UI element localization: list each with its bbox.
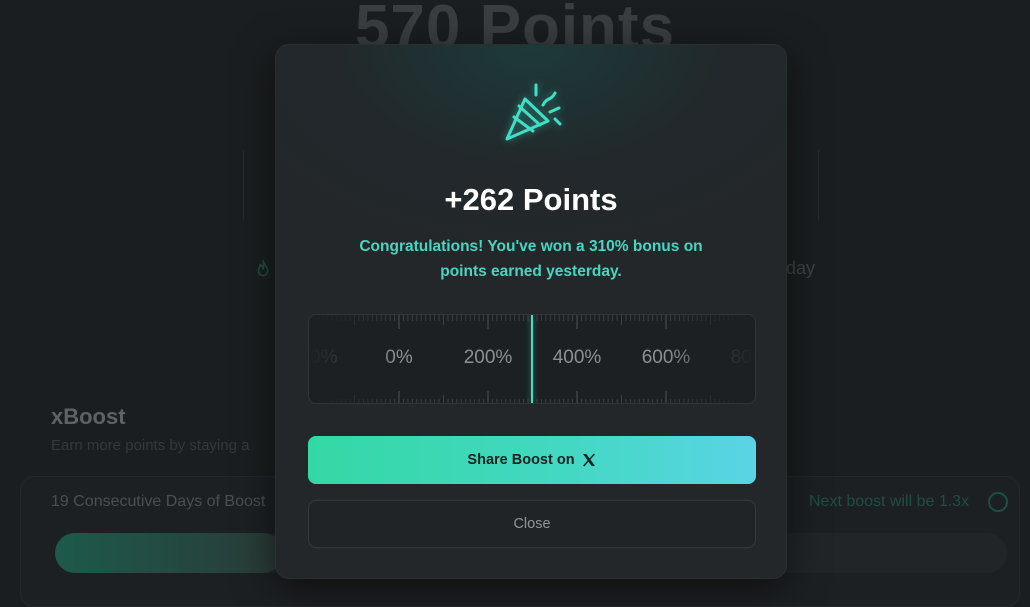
next-boost-label: Next boost will be 1.3x bbox=[809, 493, 970, 510]
xboost-title: xBoost bbox=[51, 404, 126, 429]
close-button[interactable]: Close bbox=[308, 500, 756, 548]
streak-label: day bbox=[786, 258, 816, 278]
bonus-ruler: -200% 0% 200% 400% 600% 800% bbox=[308, 314, 756, 404]
party-popper-icon bbox=[505, 83, 562, 141]
share-boost-button[interactable]: Share Boost on bbox=[308, 436, 756, 484]
x-logo-icon bbox=[582, 453, 595, 467]
share-boost-label: Share Boost on bbox=[467, 452, 575, 468]
ruler-label: 0% bbox=[385, 347, 413, 368]
bonus-points-title: +262 Points bbox=[444, 182, 618, 217]
ruler-label: 400% bbox=[552, 347, 602, 368]
consecutive-days-label: 19 Consecutive Days of Boost bbox=[51, 493, 266, 510]
ruler-label: 600% bbox=[641, 347, 691, 368]
ruler-needle bbox=[531, 315, 533, 403]
ruler-label: -200% bbox=[309, 347, 338, 368]
divider bbox=[818, 150, 819, 220]
ruler-label: 800% bbox=[730, 347, 755, 368]
xboost-subtitle: Earn more points by staying a bbox=[51, 437, 250, 454]
boost-progress-fill bbox=[55, 533, 283, 573]
flame-icon bbox=[257, 260, 269, 277]
bonus-message: Congratulations! You've won a 310% bonus… bbox=[359, 238, 703, 280]
bonus-modal: +262 Points Congratulations! You've won … bbox=[275, 44, 787, 579]
ruler-label: 200% bbox=[463, 347, 513, 368]
divider bbox=[243, 150, 244, 220]
arrow-up-circle-icon[interactable] bbox=[988, 492, 1008, 512]
